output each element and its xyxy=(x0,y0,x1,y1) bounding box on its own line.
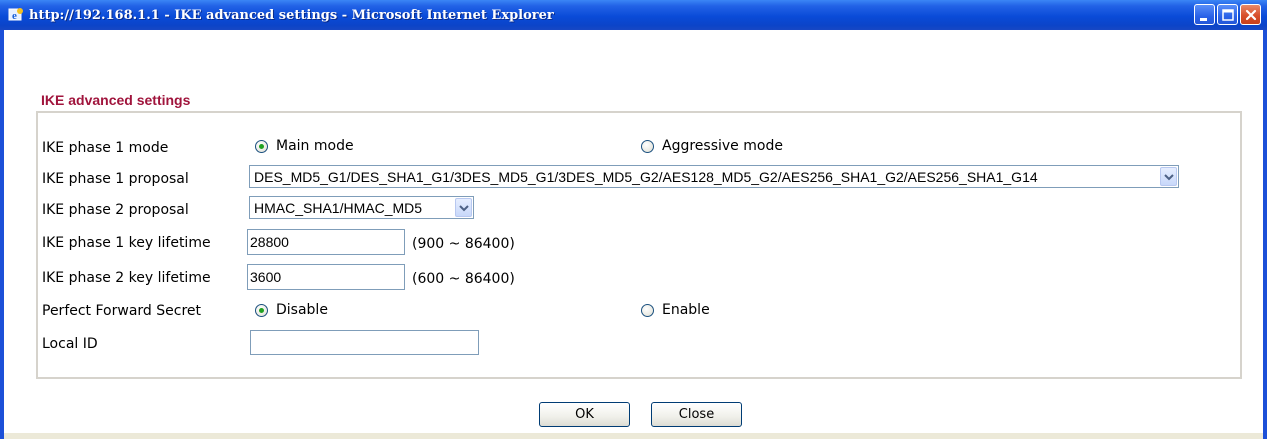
window-title: http://192.168.1.1 - IKE advanced settin… xyxy=(29,7,554,23)
phase2-lifetime-range: (600 ~ 86400) xyxy=(412,271,515,287)
pfs-disable-radio[interactable] xyxy=(255,303,268,317)
phase1-lifetime-label: IKE phase 1 key lifetime xyxy=(42,235,211,251)
minimize-icon xyxy=(1200,18,1207,21)
maximize-icon xyxy=(1222,9,1234,21)
phase1-proposal-select[interactable]: DES_MD5_G1/DES_SHA1_G1/3DES_MD5_G1/3DES_… xyxy=(249,165,1179,188)
pfs-disable-option[interactable]: Disable xyxy=(255,302,328,318)
phase2-lifetime-label: IKE phase 2 key lifetime xyxy=(42,270,211,286)
phase2-proposal-select[interactable]: HMAC_SHA1/HMAC_MD5 xyxy=(249,196,474,219)
phase1-mode-main-text: Main mode xyxy=(276,138,354,154)
close-icon xyxy=(1245,9,1257,21)
phase1-proposal-dropdown[interactable] xyxy=(1160,167,1177,186)
browser-window: e http://192.168.1.1 - IKE advanced sett… xyxy=(0,0,1267,439)
phase2-proposal-value: HMAC_SHA1/HMAC_MD5 xyxy=(254,199,423,216)
chevron-down-icon xyxy=(459,205,469,212)
phase1-mode-label: IKE phase 1 mode xyxy=(42,140,169,156)
phase1-mode-aggressive-text: Aggressive mode xyxy=(662,138,783,154)
phase2-proposal-label: IKE phase 2 proposal xyxy=(42,202,189,218)
phase1-lifetime-input[interactable]: 28800 xyxy=(247,229,405,255)
window-bottom-edge xyxy=(4,433,1263,439)
phase1-mode-main-option[interactable]: Main mode xyxy=(255,138,354,154)
maximize-button[interactable] xyxy=(1217,4,1238,25)
section-title: IKE advanced settings xyxy=(41,92,191,108)
phase1-lifetime-range: (900 ~ 86400) xyxy=(412,236,515,252)
pfs-enable-radio[interactable] xyxy=(641,303,654,317)
svg-text:e: e xyxy=(12,10,17,22)
phase1-mode-aggressive-radio[interactable] xyxy=(641,139,654,153)
close-button[interactable]: Close xyxy=(651,402,742,427)
local-id-input[interactable] xyxy=(250,330,479,355)
settings-panel xyxy=(36,111,1242,379)
pfs-enable-option[interactable]: Enable xyxy=(641,302,710,318)
minimize-button[interactable] xyxy=(1194,4,1215,25)
pfs-disable-text: Disable xyxy=(276,302,328,318)
phase1-proposal-label: IKE phase 1 proposal xyxy=(42,171,189,187)
phase1-mode-main-radio[interactable] xyxy=(255,139,268,153)
pfs-enable-text: Enable xyxy=(662,302,710,318)
close-window-button[interactable] xyxy=(1240,4,1261,25)
ok-button[interactable]: OK xyxy=(539,402,630,427)
phase2-lifetime-input[interactable]: 3600 xyxy=(247,264,405,290)
phase1-proposal-value: DES_MD5_G1/DES_SHA1_G1/3DES_MD5_G1/3DES_… xyxy=(254,168,1038,185)
ie-icon: e xyxy=(8,8,23,22)
chevron-down-icon xyxy=(1164,174,1174,181)
phase2-proposal-dropdown[interactable] xyxy=(455,198,472,217)
local-id-label: Local ID xyxy=(42,336,98,352)
pfs-label: Perfect Forward Secret xyxy=(42,303,201,319)
phase1-mode-aggressive-option[interactable]: Aggressive mode xyxy=(641,138,783,154)
title-bar[interactable]: e http://192.168.1.1 - IKE advanced sett… xyxy=(0,0,1267,30)
